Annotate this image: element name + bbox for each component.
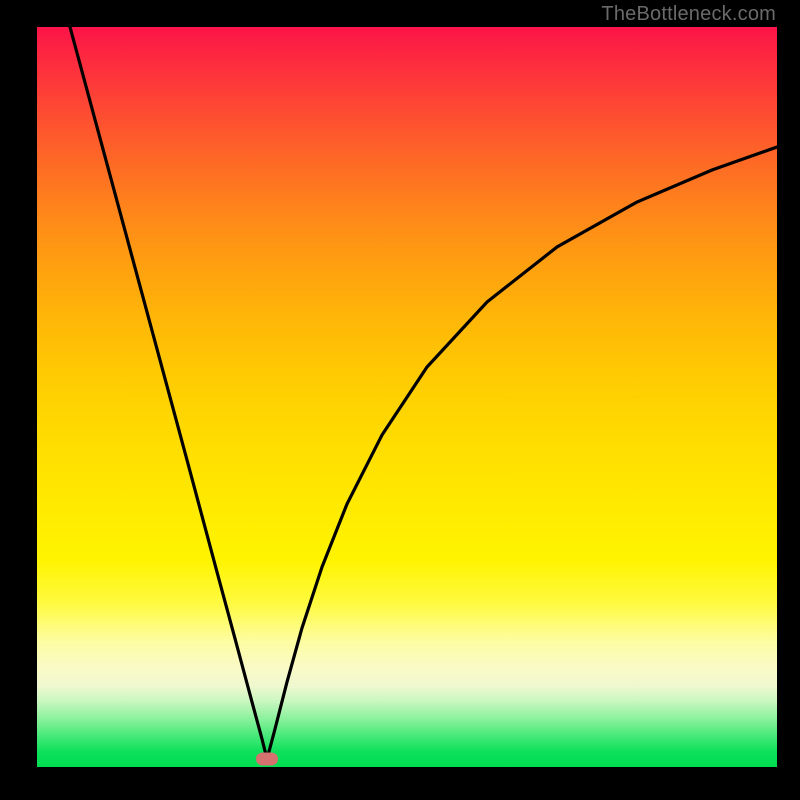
watermark-text: TheBottleneck.com: [601, 3, 776, 26]
chart-frame: TheBottleneck.com: [0, 0, 800, 800]
bottleneck-curve: [37, 27, 777, 767]
plot-area: [37, 27, 777, 767]
optimal-point-marker: [256, 753, 278, 766]
